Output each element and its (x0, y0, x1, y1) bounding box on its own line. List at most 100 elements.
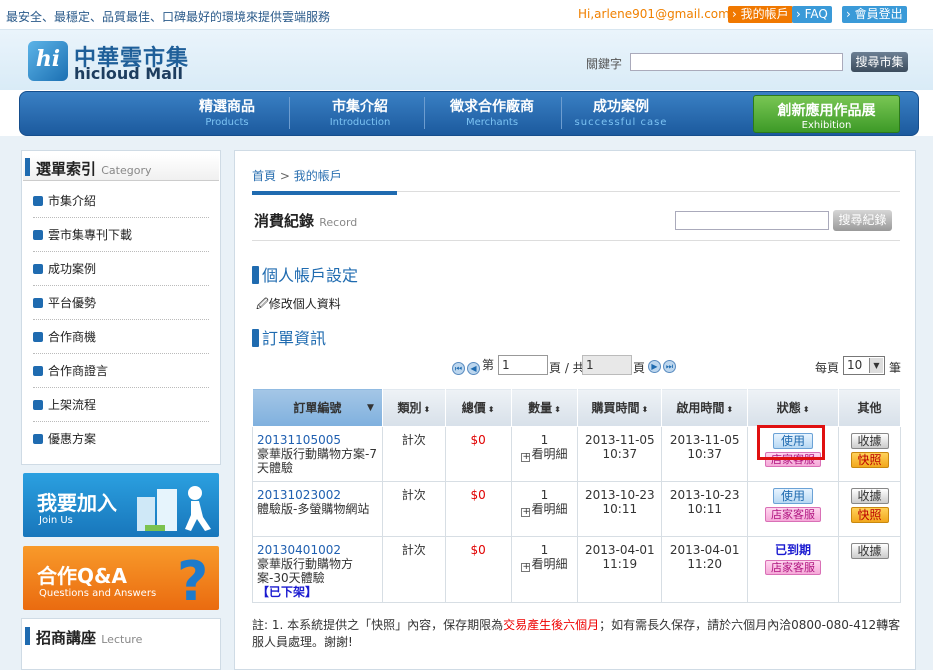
cell-start-time: 2013-04-01 11:20 (661, 536, 749, 603)
start-time: 10:11 (687, 502, 722, 516)
join-us-banner[interactable]: 我要加入 Join Us (23, 473, 219, 537)
nav-products[interactable]: 精選商品 Products (172, 96, 282, 130)
footnote: 註: 1. 本系統提供之「快照」內容，保存期限為交易產生後六個月；如有需長久保存… (252, 617, 902, 651)
nav-introduction-label: 市集介紹 (332, 99, 388, 115)
order-id-link[interactable]: 20130401002 (257, 543, 341, 557)
expand-icon[interactable]: + (521, 563, 531, 572)
sidebar-item-cases[interactable]: 成功案例 (33, 252, 209, 286)
view-detail-link[interactable]: 看明細 (531, 447, 567, 461)
col-buy-time[interactable]: 購買時間 ⬍ (577, 388, 663, 427)
col-order-id[interactable]: 訂單編號 ▼ (252, 388, 383, 427)
cell-type: 計次 (381, 481, 446, 537)
bullet-icon (33, 230, 43, 240)
pager: ⏮ ◀ 第 (452, 356, 494, 376)
per-page-select[interactable]: 10 ▼ (843, 356, 885, 375)
category-title: 選單索引 Category (36, 158, 152, 179)
sidebar-item-label: 上架流程 (48, 398, 97, 412)
cell-price: $0 (444, 426, 512, 482)
nav-success-case-en: successful case (574, 117, 668, 128)
cell-status: 使用 店家客服 (747, 481, 839, 537)
lecture-marker (25, 627, 30, 645)
record-search-button[interactable]: 搜尋紀錄 (833, 210, 892, 231)
section-account-settings: 個人帳戶設定 (252, 262, 358, 286)
order-id-link[interactable]: 20131105005 (257, 433, 341, 447)
sidebar-item-discount[interactable]: 優惠方案 (33, 422, 209, 456)
record-title-en: Record (319, 216, 358, 229)
col-total[interactable]: 總價 ⬍ (444, 388, 512, 427)
order-name: 體驗版-多螢購物網站 (257, 502, 370, 516)
snapshot-button[interactable]: 快照 (850, 507, 889, 523)
sidebar-item-label: 雲市集專刊下載 (48, 228, 133, 242)
qa-banner[interactable]: 合作Q&A Questions and Answers ? (23, 546, 219, 610)
col-type[interactable]: 類別 ⬍ (381, 388, 446, 427)
expand-icon[interactable]: + (521, 508, 531, 517)
snapshot-button[interactable]: 快照 (850, 452, 889, 468)
qa-subtitle: Questions and Answers (39, 588, 157, 599)
sort-icon: ⬍ (641, 405, 649, 414)
slogan: 最安全、最穩定、品質最佳、口碑最好的環境來提供雲端服務 (6, 10, 331, 24)
col-other: 其他 (838, 388, 901, 427)
bullet-icon (33, 298, 43, 308)
sidebar-item-magazine[interactable]: 雲市集專刊下載 (33, 218, 209, 252)
sidebar-item-introduction[interactable]: 市集介紹 (33, 184, 209, 218)
cell-other: 收據 (838, 536, 901, 603)
sidebar-item-label: 平台優勢 (48, 296, 97, 310)
view-detail-link[interactable]: 看明細 (531, 557, 567, 571)
breadcrumb-current[interactable]: 我的帳戶 (294, 169, 342, 183)
sidebar-item-opportunity[interactable]: 合作商機 (33, 320, 209, 354)
record-search-input[interactable] (675, 211, 829, 230)
search-market-button[interactable]: 搜尋市集 (851, 52, 908, 72)
use-button[interactable]: 使用 (773, 488, 814, 504)
breadcrumb-underline (252, 191, 397, 195)
logo-icon[interactable]: hi (28, 41, 68, 81)
col-start-time[interactable]: 啟用時間 ⬍ (661, 388, 749, 427)
sidebar-item-label: 成功案例 (48, 262, 97, 276)
sidebar-item-testimonials[interactable]: 合作商證言 (33, 354, 209, 388)
keyword-input[interactable] (630, 53, 843, 71)
nav-exhibition-button[interactable]: 創新應用作品展 Exhibition (753, 95, 900, 133)
my-account-label: 我的帳戶 (740, 7, 789, 21)
nav-success-case[interactable]: 成功案例 successful case (566, 96, 676, 130)
logout-button[interactable]: › 會員登出 (842, 6, 907, 23)
page-number-input[interactable]: 1 (498, 355, 548, 375)
record-title: 消費紀錄 Record (254, 210, 357, 231)
store-service-button[interactable]: 店家客服 (765, 560, 822, 575)
last-page-icon[interactable]: ⏭ (663, 360, 676, 373)
buy-date: 2013-10-23 (584, 488, 655, 502)
cell-start-time: 2013-10-23 10:11 (661, 481, 749, 537)
col-qty[interactable]: 數量 ⬍ (510, 388, 579, 427)
order-id-link[interactable]: 20131023002 (257, 488, 341, 502)
highlight-box (757, 425, 825, 460)
my-account-button[interactable]: › 我的帳戶 (728, 6, 793, 23)
breadcrumb-home[interactable]: 首頁 (252, 169, 276, 183)
faq-button[interactable]: › FAQ (792, 6, 832, 23)
sidebar-item-advantages[interactable]: 平台優勢 (33, 286, 209, 320)
page-total: 1 (582, 355, 632, 375)
nav-merchants[interactable]: 徵求合作廠商 Merchants (437, 96, 547, 130)
nav-introduction[interactable]: 市集介紹 Introduction (305, 96, 415, 130)
lecture-title[interactable]: 招商講座 Lecture (36, 627, 142, 648)
user-email[interactable]: Hi,arlene901@gmail.com (578, 7, 730, 21)
view-detail-link[interactable]: 看明細 (531, 502, 567, 516)
prev-page-icon[interactable]: ◀ (467, 362, 480, 375)
per-page-label: 每頁 (815, 361, 840, 375)
receipt-button[interactable]: 收據 (850, 488, 889, 504)
col-status[interactable]: 狀態 ⬍ (747, 388, 839, 427)
buy-date: 2013-04-01 (584, 543, 655, 557)
logo-text-en[interactable]: hicloud Mall (74, 64, 183, 83)
edit-profile-link[interactable]: 🖉修改個人資料 (256, 295, 341, 316)
sidebar-item-listing-flow[interactable]: 上架流程 (33, 388, 209, 422)
keyword-label: 關鍵字 (586, 57, 623, 71)
store-service-button[interactable]: 店家客服 (765, 507, 822, 522)
qa-title: 合作Q&A (37, 564, 127, 588)
next-page-icon[interactable]: ▶ (648, 360, 661, 373)
cell-buy-time: 2013-10-23 10:11 (577, 481, 663, 537)
first-page-icon[interactable]: ⏮ (452, 362, 465, 375)
nav-exhibition-en: Exhibition (801, 120, 852, 131)
receipt-button[interactable]: 收據 (850, 433, 889, 449)
table-header-row: 訂單編號 ▼ 類別 ⬍ 總價 ⬍ 數量 ⬍ 購買時間 ⬍ 啟用時間 ⬍ 狀態 ⬍ 其他 (252, 388, 901, 427)
expand-icon[interactable]: + (521, 453, 531, 462)
col-label: 總價 (461, 401, 486, 415)
pager-next: ▶ ⏭ (648, 356, 678, 373)
receipt-button[interactable]: 收據 (850, 543, 889, 559)
